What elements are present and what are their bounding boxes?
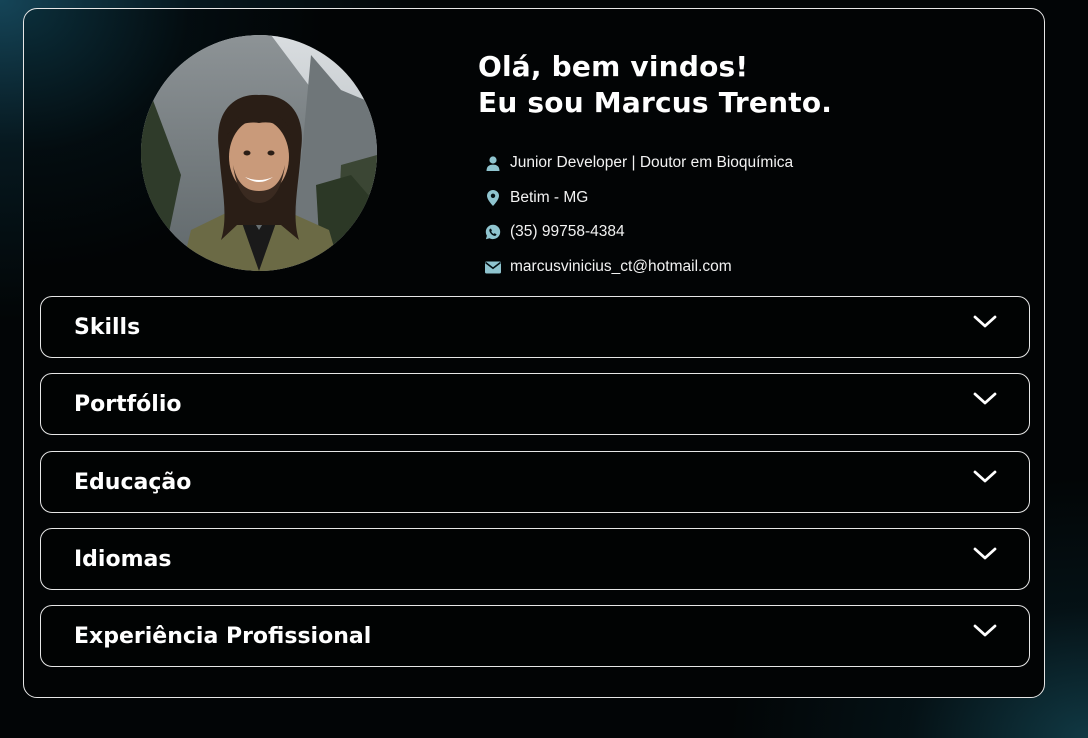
role-item: Junior Developer | Doutor em Bioquímica: [484, 146, 793, 181]
greeting-heading: Olá, bem vindos! Eu sou Marcus Trento.: [478, 49, 832, 121]
envelope-icon: [484, 258, 502, 276]
accordion-education-label: Educação: [74, 470, 192, 495]
user-icon: [484, 154, 502, 172]
whatsapp-icon: [484, 223, 502, 241]
accordion-languages-label: Idiomas: [74, 547, 172, 572]
chevron-down-icon: [973, 315, 997, 328]
location-item: Betim - MG: [484, 181, 793, 216]
intro-line: Eu sou Marcus Trento.: [478, 86, 833, 119]
accordion-education[interactable]: Educação: [40, 451, 1030, 513]
accordion-experience-label: Experiência Profissional: [74, 624, 372, 649]
location-text: Betim - MG: [510, 188, 589, 206]
accordion-skills[interactable]: Skills: [40, 296, 1030, 358]
chevron-down-icon: [973, 470, 997, 483]
contact-info-list: Junior Developer | Doutor em Bioquímica …: [484, 146, 793, 284]
accordion-portfolio-label: Portfólio: [74, 392, 182, 417]
phone-item[interactable]: (35) 99758-4384: [484, 215, 793, 250]
email-item[interactable]: marcusvinicius_ct@hotmail.com: [484, 250, 793, 285]
chevron-down-icon: [973, 624, 997, 637]
chevron-down-icon: [973, 392, 997, 405]
accordion-portfolio[interactable]: Portfólio: [40, 373, 1030, 435]
location-pin-icon: [484, 189, 502, 207]
accordion-experience[interactable]: Experiência Profissional: [40, 605, 1030, 667]
phone-text: (35) 99758-4384: [510, 223, 625, 241]
profile-card: Olá, bem vindos! Eu sou Marcus Trento. J…: [23, 8, 1045, 698]
email-text: marcusvinicius_ct@hotmail.com: [510, 258, 732, 276]
profile-photo: [141, 35, 377, 271]
profile-photo-image: [141, 35, 377, 271]
chevron-down-icon: [973, 547, 997, 560]
accordion-languages[interactable]: Idiomas: [40, 528, 1030, 590]
role-text: Junior Developer | Doutor em Bioquímica: [510, 154, 794, 172]
greeting-line: Olá, bem vindos!: [478, 50, 749, 83]
accordion-skills-label: Skills: [74, 315, 141, 340]
